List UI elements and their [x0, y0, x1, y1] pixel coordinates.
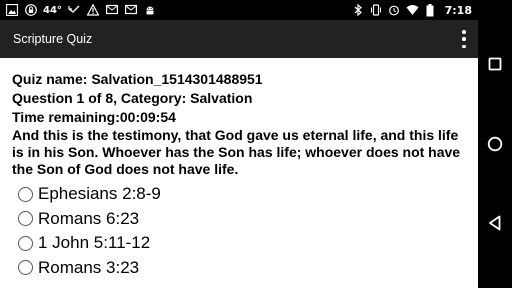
vibrate-icon [370, 4, 383, 17]
recents-square-icon[interactable] [486, 55, 504, 73]
battery-icon [424, 3, 437, 17]
menu-dot [462, 37, 466, 41]
question-text: And this is the testimony, that God gave… [12, 127, 461, 177]
missed-call-icon [68, 4, 81, 17]
app-bar: Scripture Quiz [0, 20, 478, 58]
radio-button[interactable] [18, 211, 33, 227]
answer-label[interactable]: 1 John 5:11-12 [38, 233, 150, 253]
time-remaining: Time remaining:00:09:54 [12, 109, 176, 125]
message-icon [106, 4, 119, 17]
menu-dot [462, 30, 466, 34]
answer-option[interactable]: Ephesians 2:8-9 [12, 182, 468, 207]
status-bar: 44° 7:18 [0, 0, 478, 20]
back-triangle-icon[interactable] [486, 214, 504, 232]
answer-options: Ephesians 2:8-9 Romans 6:23 1 John 5:11-… [12, 182, 468, 280]
temperature-text: 44° [43, 4, 62, 16]
lock-icon [24, 4, 37, 17]
answer-option[interactable]: 1 John 5:11-12 [12, 231, 468, 256]
question-info: Question 1 of 8, Category: Salvation [12, 90, 253, 106]
menu-dot [462, 44, 466, 48]
answer-label[interactable]: Romans 6:23 [38, 209, 139, 229]
status-bar-right: 7:18 [352, 0, 472, 20]
wifi-icon [406, 4, 419, 17]
android-icon [144, 4, 157, 17]
overflow-menu-icon[interactable] [460, 30, 468, 48]
bluetooth-icon [352, 4, 365, 17]
clock-text: 7:18 [444, 3, 472, 17]
answer-option[interactable]: Romans 6:23 [12, 207, 468, 232]
app-screen: 44° 7:18 Scripture Quiz Quiz name: Salva… [0, 0, 478, 288]
radio-button[interactable] [18, 186, 33, 202]
picture-icon [5, 4, 18, 17]
message-icon [125, 4, 138, 17]
radio-button[interactable] [18, 235, 33, 251]
warning-icon [87, 4, 100, 17]
app-title: Scripture Quiz [13, 32, 93, 46]
answer-option[interactable]: Romans 3:23 [12, 256, 468, 281]
status-bar-left: 44° [0, 4, 157, 17]
quiz-name: Quiz name: Salvation_1514301488951 [12, 71, 263, 87]
answer-label[interactable]: Ephesians 2:8-9 [38, 184, 161, 204]
alarm-icon [388, 4, 401, 17]
answer-label[interactable]: Romans 3:23 [38, 258, 139, 278]
quiz-content[interactable]: Quiz name: Salvation_1514301488951 Quest… [0, 58, 478, 288]
navigation-bar [478, 0, 512, 288]
radio-button[interactable] [18, 260, 33, 276]
home-circle-icon[interactable] [486, 135, 504, 153]
